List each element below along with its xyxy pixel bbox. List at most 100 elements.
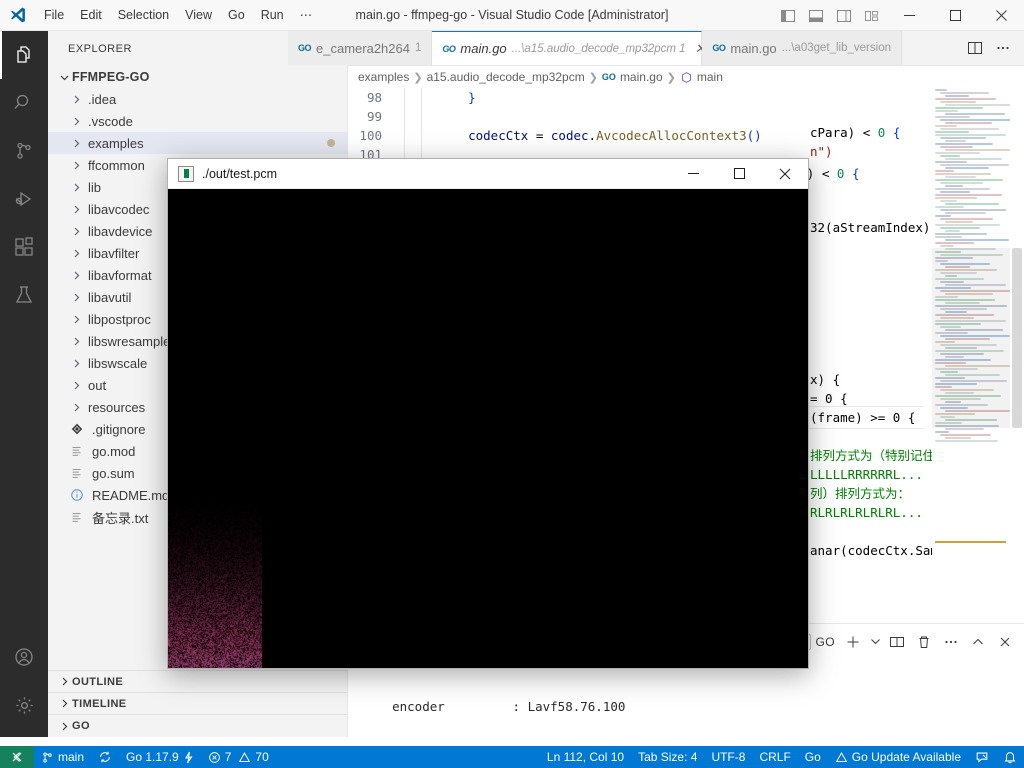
split-editor-button[interactable] [962, 31, 988, 66]
code-fragment: anar(codecCtx.Sam [810, 541, 938, 560]
status-notifications-button[interactable] [996, 746, 1024, 768]
section-timeline[interactable]: TIMELINE [48, 693, 347, 715]
status-problems[interactable]: 7 70 [201, 746, 276, 768]
chevron-right-icon [68, 157, 84, 173]
window-minimize-button[interactable] [886, 0, 932, 31]
media-player-window[interactable]: ./out/test.pcm [167, 158, 809, 669]
breadcrumb-item-0[interactable]: examples [358, 70, 409, 84]
section-outline[interactable]: OUTLINE [48, 671, 347, 693]
account-icon [12, 645, 36, 669]
tree-item-.vscode[interactable]: .vscode [48, 110, 347, 132]
menu-file[interactable]: File [36, 4, 72, 27]
maximize-panel-button[interactable] [965, 624, 991, 659]
status-feedback-button[interactable] [968, 746, 996, 768]
chevron-right-icon [68, 355, 84, 371]
menu-bar: File Edit Selection View Go Run ⋯ [36, 0, 320, 31]
panel-more-actions-button[interactable] [938, 624, 964, 659]
tree-item-examples[interactable]: examples [48, 132, 347, 154]
activity-bar-item-explorer[interactable] [0, 31, 48, 79]
go-icon: GO [298, 43, 312, 53]
menu-selection[interactable]: Selection [110, 4, 177, 27]
breadcrumb-item-2[interactable]: main.go [620, 70, 663, 84]
editor-tab-2[interactable]: GO main.go ...\a03get_lib_version [702, 31, 902, 65]
activity-bar-item-accounts[interactable] [0, 633, 48, 681]
menu-more[interactable]: ⋯ [292, 4, 321, 27]
minimap-highlight [935, 541, 1006, 543]
tree-item-.idea[interactable]: .idea [48, 88, 347, 110]
code-token: 0 [877, 125, 893, 140]
player-title-label: ./out/test.pcm [202, 166, 278, 181]
split-terminal-button[interactable] [884, 624, 910, 659]
new-terminal-button[interactable] [840, 624, 866, 659]
sidebar-sections: OUTLINE TIMELINE GO [48, 670, 347, 737]
player-minimize-button[interactable] [670, 159, 716, 189]
activity-bar [0, 31, 48, 737]
audio-spectrogram [168, 472, 262, 668]
player-close-button[interactable] [762, 159, 808, 189]
extensions-icon [12, 235, 36, 259]
tree-item-label: libswscale [88, 355, 148, 371]
toggle-primary-sidebar-button[interactable] [774, 0, 802, 31]
editor-tab-0[interactable]: GO e_camera2h264 1 [288, 31, 433, 65]
tree-item-label: libavfilter [88, 245, 140, 261]
vscode-window: File Edit Selection View Go Run ⋯ main.g… [0, 0, 1024, 768]
menu-view[interactable]: View [177, 4, 220, 27]
activity-bar-item-run-and-debug[interactable] [0, 175, 48, 223]
breadcrumb-item-3[interactable]: main [697, 70, 723, 84]
activity-bar-item-extensions[interactable] [0, 223, 48, 271]
activity-bar-item-search[interactable] [0, 79, 48, 127]
player-video-canvas[interactable] [168, 189, 808, 668]
chevron-right-icon [68, 289, 84, 305]
activity-bar-item-testing[interactable] [0, 271, 48, 319]
editor-tab-1[interactable]: GO main.go ...\a15.audio_decode_mp32pcm … [432, 31, 705, 65]
editor-more-actions-button[interactable] [990, 31, 1016, 66]
chevron-right-icon [56, 718, 72, 734]
terminal-dropdown-button[interactable] [867, 624, 883, 659]
player-maximize-button[interactable] [716, 159, 762, 189]
source-control-icon [12, 139, 36, 163]
status-go-version[interactable]: Go 1.17.9 [119, 746, 201, 768]
status-cursor-position[interactable]: Ln 112, Col 10 [540, 746, 631, 768]
tree-root-ffmpeg-go[interactable]: FFMPEG-GO [48, 66, 347, 88]
minimap-slider[interactable] [932, 248, 1010, 428]
status-go-update[interactable]: Go Update Available [828, 746, 968, 768]
status-language-mode[interactable]: Go [798, 746, 828, 768]
window-close-button[interactable] [978, 0, 1024, 31]
close-panel-button[interactable] [992, 624, 1018, 659]
activity-bar-item-source-control[interactable] [0, 127, 48, 175]
status-encoding[interactable]: UTF-8 [704, 746, 752, 768]
code-fragment: LLLLLRRRRRRL... [810, 465, 923, 484]
breadcrumb-item-1[interactable]: a15.audio_decode_mp32pcm [427, 70, 585, 84]
code-fragment: (frame) >= 0 { [810, 408, 915, 427]
chevron-right-icon [68, 113, 84, 129]
menu-run[interactable]: Run [253, 4, 292, 27]
kill-terminal-button[interactable] [911, 624, 937, 659]
tree-item-label: libswresample [88, 333, 171, 349]
customize-layout-button[interactable] [858, 0, 886, 31]
warning-icon [238, 751, 251, 764]
code-token: { [892, 125, 901, 140]
remote-window-button[interactable] [0, 746, 34, 768]
breadcrumb: examples ❯ a15.audio_decode_mp32pcm ❯ GO… [348, 66, 1024, 88]
chevron-right-icon: ❯ [666, 71, 676, 84]
editor-tab-bar: GO e_camera2h264 1 GO main.go ...\a15.au… [288, 31, 1024, 66]
section-go[interactable]: GO [48, 715, 347, 737]
tree-item-label: resources [88, 399, 146, 415]
window-maximize-button[interactable] [932, 0, 978, 31]
status-sync-changes[interactable] [91, 746, 119, 768]
activity-bar-item-manage[interactable] [0, 681, 48, 729]
toggle-panel-button[interactable] [802, 0, 830, 31]
tree-item-label: libavformat [88, 267, 152, 283]
player-title-bar[interactable]: ./out/test.pcm [168, 159, 808, 189]
section-go-label: GO [72, 720, 90, 732]
chevron-right-icon [68, 245, 84, 261]
toggle-secondary-sidebar-button[interactable] [830, 0, 858, 31]
tree-item-label: go.mod [92, 443, 136, 459]
tree-item-label: go.sum [92, 465, 135, 481]
menu-go[interactable]: Go [220, 4, 253, 27]
status-branch[interactable]: main [34, 746, 91, 768]
menu-edit[interactable]: Edit [72, 4, 110, 27]
tree-root-label: FFMPEG-GO [72, 70, 150, 84]
status-eol[interactable]: CRLF [752, 746, 797, 768]
status-tab-size[interactable]: Tab Size: 4 [631, 746, 704, 768]
